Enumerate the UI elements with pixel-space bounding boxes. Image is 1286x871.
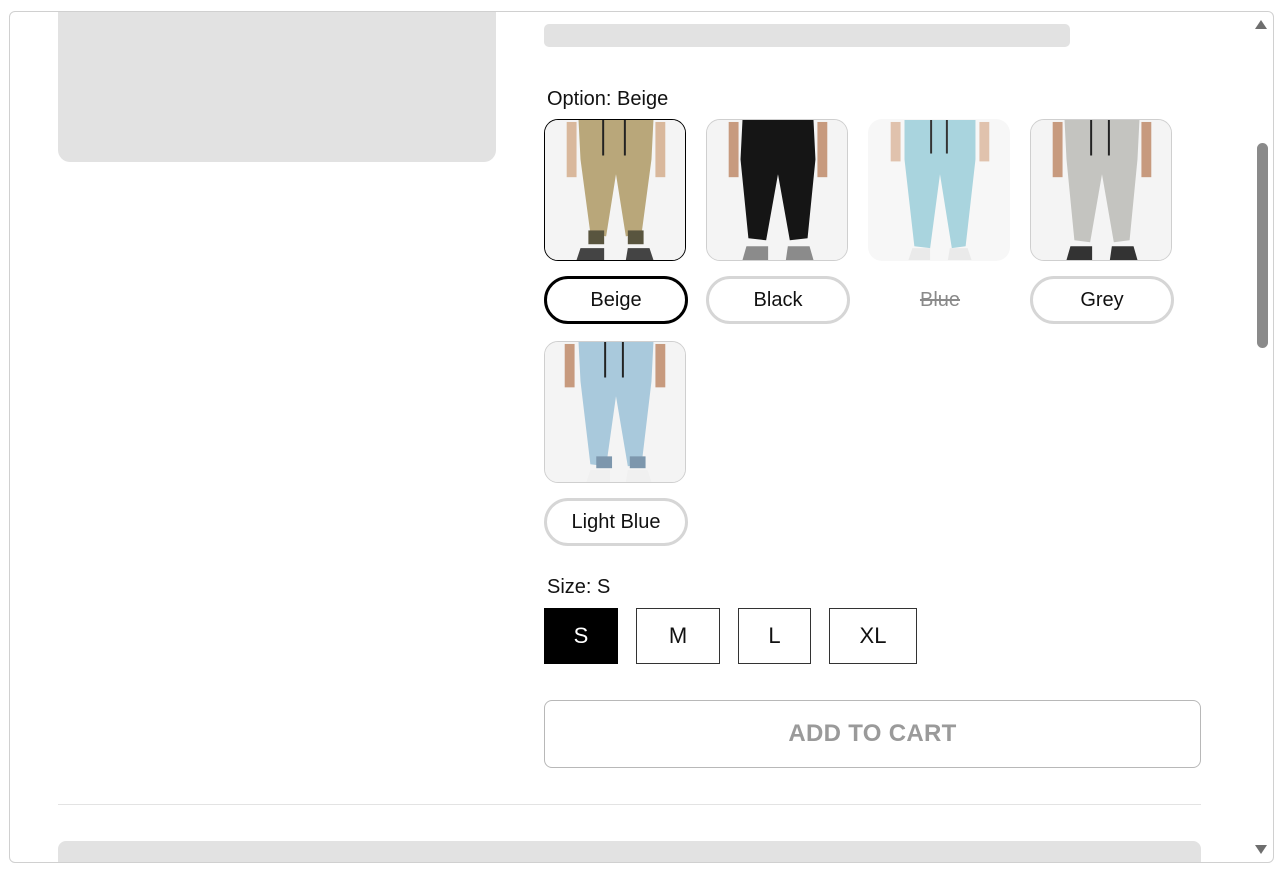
- option-pill-light-blue[interactable]: Light Blue: [544, 498, 688, 546]
- swatch-beige[interactable]: [544, 119, 686, 261]
- add-to-cart-button[interactable]: ADD TO CART: [544, 700, 1201, 768]
- option-pill-beige[interactable]: Beige: [544, 276, 688, 324]
- pants-blue-image: [869, 120, 1009, 260]
- swatch-black[interactable]: [706, 119, 848, 261]
- scrollbar-thumb[interactable]: [1257, 143, 1268, 348]
- pants-black-image: [707, 120, 847, 260]
- size-label: Size: S: [547, 576, 611, 598]
- swatch-blue[interactable]: [868, 119, 1010, 261]
- option-pill-grey[interactable]: Grey: [1030, 276, 1174, 324]
- size-option-m[interactable]: M: [636, 608, 720, 664]
- size-option-xl[interactable]: XL: [829, 608, 917, 664]
- swatch-light-blue[interactable]: [544, 341, 686, 483]
- size-option-l[interactable]: L: [738, 608, 811, 664]
- section-divider: [58, 804, 1201, 805]
- pants-light-blue-image: [545, 342, 685, 482]
- option-label: Option: Beige: [547, 88, 669, 110]
- product-image-placeholder: [58, 12, 496, 162]
- scroll-up-arrow-icon[interactable]: [1255, 20, 1267, 29]
- swatch-grey[interactable]: [1030, 119, 1172, 261]
- option-pill-black[interactable]: Black: [706, 276, 850, 324]
- size-option-s[interactable]: S: [544, 608, 618, 664]
- product-page-frame: Option: Beige Beige Black Blue Grey Ligh…: [9, 11, 1274, 863]
- scroll-down-arrow-icon[interactable]: [1255, 845, 1267, 854]
- pants-grey-image: [1031, 120, 1171, 260]
- option-pill-blue[interactable]: Blue: [868, 276, 1012, 324]
- bottom-loading-skeleton: [58, 841, 1201, 862]
- pants-beige-image: [545, 120, 685, 260]
- loading-skeleton-bar: [544, 24, 1070, 47]
